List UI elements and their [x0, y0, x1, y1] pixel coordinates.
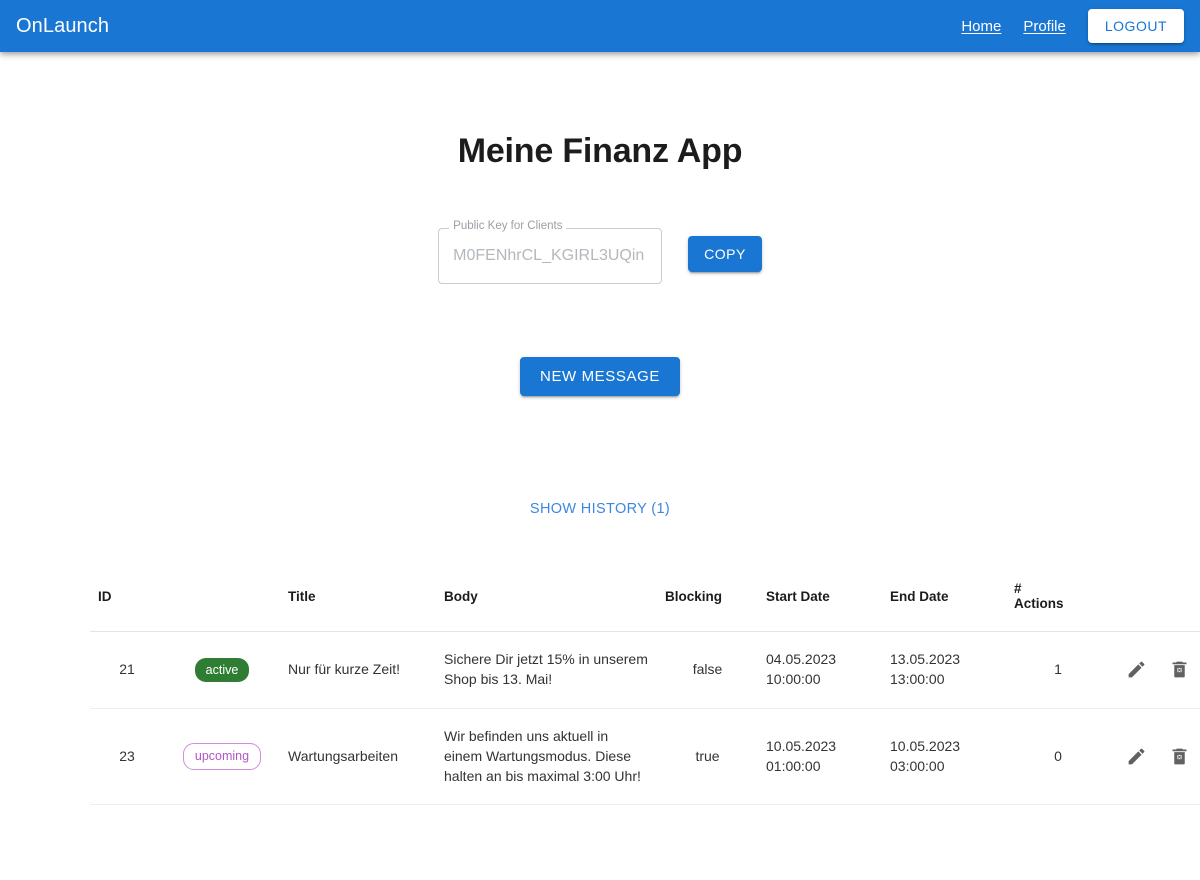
start-date-time: 01:00:00	[766, 758, 821, 774]
row-action-group	[1118, 659, 1200, 680]
cell-actions-count: 0	[1006, 708, 1110, 805]
table-row: 23 upcoming Wartungsarbeiten Wir befinde…	[90, 708, 1200, 805]
row-action-group	[1118, 746, 1200, 767]
public-key-section: Public Key for Clients M0FENhrCL_KGIRL3U…	[0, 228, 1200, 284]
table-row: 21 active Nur für kurze Zeit! Sichere Di…	[90, 632, 1200, 709]
status-badge: upcoming	[183, 743, 261, 770]
new-message-button[interactable]: NEW MESSAGE	[520, 357, 680, 396]
cell-row-actions	[1110, 708, 1200, 805]
show-history-section: SHOW HISTORY (1)	[0, 497, 1200, 521]
trash-delete-icon[interactable]	[1169, 746, 1190, 767]
column-header-row-actions	[1110, 565, 1200, 632]
page-content: Meine Finanz App Public Key for Clients …	[0, 52, 1200, 880]
start-date-day: 10.05.2023	[766, 738, 836, 754]
logout-button[interactable]: LOGOUT	[1088, 9, 1184, 43]
app-bar: OnLaunch Home Profile LOGOUT	[0, 0, 1200, 52]
nav-link-profile[interactable]: Profile	[1023, 18, 1066, 35]
column-header-title: Title	[280, 565, 436, 632]
cell-title: Nur für kurze Zeit!	[280, 632, 436, 709]
table-header-row: ID Title Body Blocking Start Date End Da…	[90, 565, 1200, 632]
column-header-body: Body	[436, 565, 657, 632]
end-date-time: 03:00:00	[890, 758, 945, 774]
actions-count-word: Actions	[1014, 596, 1064, 611]
page-title: Meine Finanz App	[0, 52, 1200, 171]
public-key-field[interactable]: Public Key for Clients M0FENhrCL_KGIRL3U…	[438, 228, 662, 284]
cell-status: active	[164, 632, 280, 709]
cell-title: Wartungsarbeiten	[280, 708, 436, 805]
cell-blocking: false	[657, 632, 758, 709]
column-header-actions-count: # Actions	[1006, 565, 1110, 632]
cell-end-date: 10.05.2023 03:00:00	[882, 708, 1006, 805]
pencil-icon[interactable]	[1126, 746, 1147, 767]
messages-table: ID Title Body Blocking Start Date End Da…	[90, 565, 1200, 805]
status-badge: active	[195, 658, 250, 683]
cell-status: upcoming	[164, 708, 280, 805]
cell-actions-count: 1	[1006, 632, 1110, 709]
new-message-section: NEW MESSAGE	[0, 357, 1200, 396]
cell-start-date: 04.05.2023 10:00:00	[758, 632, 882, 709]
cell-id: 21	[90, 632, 164, 709]
column-header-end-date: End Date	[882, 565, 1006, 632]
start-date-day: 04.05.2023	[766, 651, 836, 667]
app-nav: Home Profile	[961, 18, 1066, 35]
cell-body: Sichere Dir jetzt 15% in unserem Shop bi…	[436, 632, 657, 709]
end-date-time: 13:00:00	[890, 671, 945, 687]
column-header-start-date: Start Date	[758, 565, 882, 632]
column-header-status	[164, 565, 280, 632]
copy-button[interactable]: COPY	[688, 236, 762, 272]
public-key-label: Public Key for Clients	[449, 221, 566, 233]
nav-link-home[interactable]: Home	[961, 18, 1001, 35]
end-date-day: 10.05.2023	[890, 738, 960, 754]
column-header-blocking: Blocking	[657, 565, 758, 632]
start-date-time: 10:00:00	[766, 671, 821, 687]
cell-start-date: 10.05.2023 01:00:00	[758, 708, 882, 805]
cell-row-actions	[1110, 632, 1200, 709]
trash-delete-icon[interactable]	[1169, 659, 1190, 680]
pencil-icon[interactable]	[1126, 659, 1147, 680]
show-history-button[interactable]: SHOW HISTORY (1)	[524, 497, 676, 521]
table-body: 21 active Nur für kurze Zeit! Sichere Di…	[90, 632, 1200, 805]
end-date-day: 13.05.2023	[890, 651, 960, 667]
cell-end-date: 13.05.2023 13:00:00	[882, 632, 1006, 709]
public-key-value: M0FENhrCL_KGIRL3UQin	[453, 247, 644, 265]
actions-count-hash: #	[1014, 581, 1022, 596]
cell-blocking: true	[657, 708, 758, 805]
app-brand: OnLaunch	[16, 16, 109, 36]
cell-id: 23	[90, 708, 164, 805]
column-header-id: ID	[90, 565, 164, 632]
table-head: ID Title Body Blocking Start Date End Da…	[90, 565, 1200, 632]
cell-body: Wir befinden uns aktuell in einem Wartun…	[436, 708, 657, 805]
messages-table-wrapper: ID Title Body Blocking Start Date End Da…	[90, 565, 1110, 805]
